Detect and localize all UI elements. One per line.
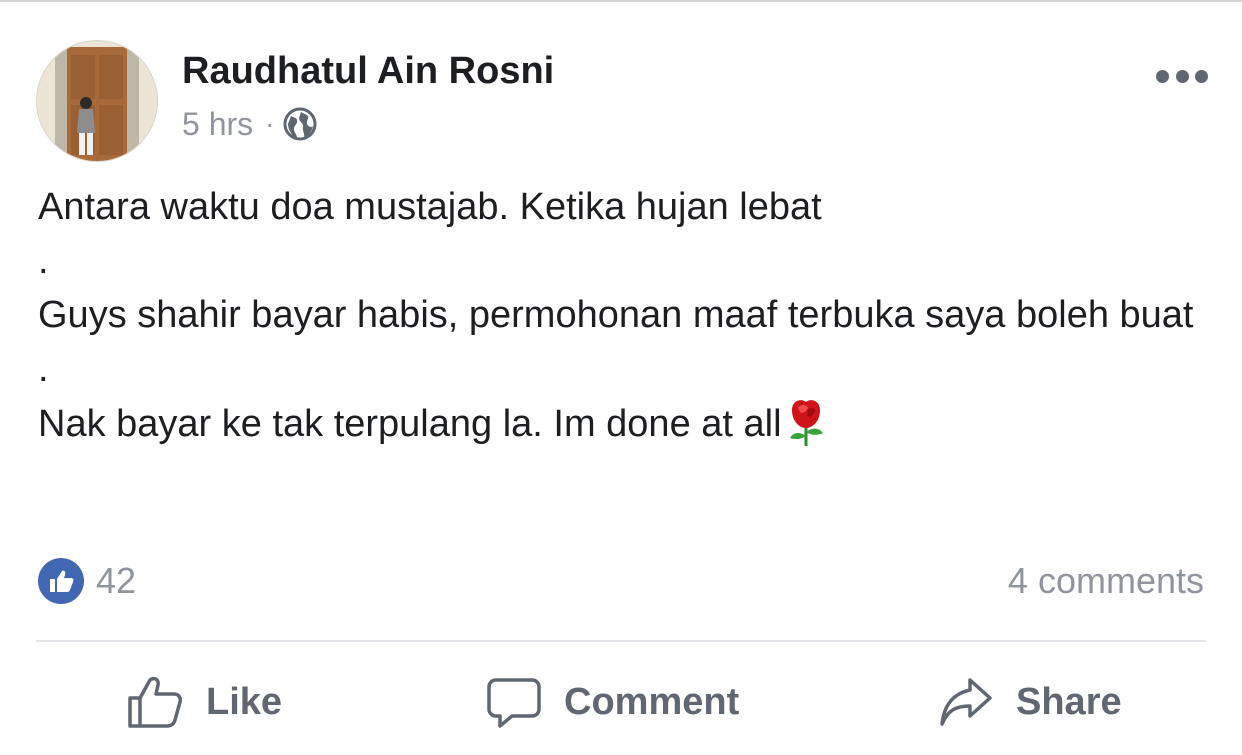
- post-timestamp[interactable]: 5 hrs: [182, 106, 253, 143]
- post-text: Antara waktu doa mustajab. Ketika hujan …: [38, 180, 1208, 451]
- post-line: Guys shahir bayar habis, permohonan maaf…: [38, 294, 1194, 336]
- comments-count[interactable]: 4 comments: [1008, 560, 1204, 602]
- share-label: Share: [1016, 680, 1122, 723]
- meta-separator: ·: [265, 108, 275, 139]
- more-dot: [1195, 69, 1208, 83]
- like-label: Like: [206, 680, 283, 723]
- more-dot: [1175, 69, 1189, 83]
- share-button[interactable]: Share: [938, 672, 1122, 732]
- post-last-line: Nak bayar ke tak terpulang la. Im done a…: [38, 396, 1208, 451]
- globe-icon: [283, 107, 317, 141]
- like-button[interactable]: Like: [126, 672, 282, 732]
- like-count: 42: [96, 560, 137, 601]
- avatar-photo: [37, 41, 157, 161]
- comment-button[interactable]: Comment: [486, 672, 739, 732]
- top-divider: [0, 0, 1242, 2]
- share-icon: [940, 678, 992, 726]
- avatar[interactable]: [36, 40, 158, 162]
- thumbs-up-icon: [50, 570, 74, 592]
- like-icon: [128, 676, 182, 728]
- post-line: .: [38, 240, 49, 282]
- post-line: Nak bayar ke tak terpulang la. Im done a…: [38, 403, 782, 445]
- reaction-summary[interactable]: 42: [38, 558, 136, 604]
- comment-label: Comment: [564, 680, 740, 723]
- comment-icon: [487, 678, 541, 728]
- more-dot: [1156, 69, 1169, 83]
- more-options-icon[interactable]: [1156, 66, 1208, 86]
- post-line: .: [38, 348, 49, 390]
- rose-emoji-icon: [789, 400, 823, 446]
- post-line: Antara waktu doa mustajab. Ketika hujan …: [38, 186, 822, 228]
- actions-divider: [36, 640, 1206, 642]
- post-meta: 5 hrs ·: [182, 104, 318, 144]
- like-badge-icon: [38, 558, 84, 604]
- author-name[interactable]: Raudhatul Ain Rosni: [182, 50, 554, 93]
